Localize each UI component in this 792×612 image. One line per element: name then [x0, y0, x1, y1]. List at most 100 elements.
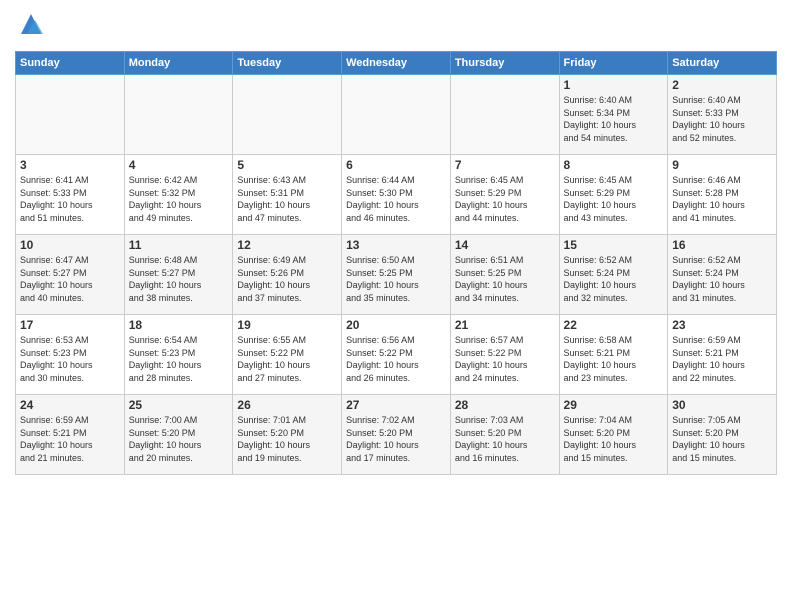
calendar-cell: 4 Sunrise: 6:42 AM Sunset: 5:32 PM Daylig…: [124, 155, 233, 235]
day-info: Sunrise: 6:40 AM Sunset: 5:33 PM Dayligh…: [672, 94, 772, 144]
day-info: Sunrise: 6:40 AM Sunset: 5:34 PM Dayligh…: [564, 94, 664, 144]
calendar-cell: 23 Sunrise: 6:59 AM Sunset: 5:21 PM Dayli…: [668, 315, 777, 395]
calendar-cell: [450, 75, 559, 155]
calendar-cell: 17 Sunrise: 6:53 AM Sunset: 5:23 PM Dayli…: [16, 315, 125, 395]
day-info: Sunrise: 6:59 AM Sunset: 5:21 PM Dayligh…: [20, 414, 120, 464]
day-number: 22: [564, 318, 664, 332]
day-info: Sunrise: 6:43 AM Sunset: 5:31 PM Dayligh…: [237, 174, 337, 224]
day-info: Sunrise: 6:57 AM Sunset: 5:22 PM Dayligh…: [455, 334, 555, 384]
weekday-header-sunday: Sunday: [16, 52, 125, 75]
calendar-cell: 26 Sunrise: 7:01 AM Sunset: 5:20 PM Dayli…: [233, 395, 342, 475]
day-info: Sunrise: 6:47 AM Sunset: 5:27 PM Dayligh…: [20, 254, 120, 304]
calendar-page: SundayMondayTuesdayWednesdayThursdayFrid…: [0, 0, 792, 485]
weekday-header-thursday: Thursday: [450, 52, 559, 75]
day-number: 16: [672, 238, 772, 252]
day-number: 11: [129, 238, 229, 252]
day-info: Sunrise: 6:42 AM Sunset: 5:32 PM Dayligh…: [129, 174, 229, 224]
weekday-header-saturday: Saturday: [668, 52, 777, 75]
day-number: 29: [564, 398, 664, 412]
day-info: Sunrise: 6:52 AM Sunset: 5:24 PM Dayligh…: [672, 254, 772, 304]
calendar-cell: [342, 75, 451, 155]
calendar-cell: [16, 75, 125, 155]
day-number: 20: [346, 318, 446, 332]
day-number: 24: [20, 398, 120, 412]
calendar-cell: 12Sunrise: 6:49 AM Sunset: 5:26 PM Dayli…: [233, 235, 342, 315]
calendar-cell: 25 Sunrise: 7:00 AM Sunset: 5:20 PM Dayli…: [124, 395, 233, 475]
day-number: 13: [346, 238, 446, 252]
weekday-header-friday: Friday: [559, 52, 668, 75]
calendar-cell: 9Sunrise: 6:46 AM Sunset: 5:28 PM Daylig…: [668, 155, 777, 235]
day-info: Sunrise: 6:59 AM Sunset: 5:21 PM Dayligh…: [672, 334, 772, 384]
day-info: Sunrise: 7:00 AM Sunset: 5:20 PM Dayligh…: [129, 414, 229, 464]
logo-icon: [17, 10, 45, 38]
weekday-header-monday: Monday: [124, 52, 233, 75]
day-number: 1: [564, 78, 664, 92]
day-info: Sunrise: 7:05 AM Sunset: 5:20 PM Dayligh…: [672, 414, 772, 464]
week-row-5: 24 Sunrise: 6:59 AM Sunset: 5:21 PM Dayli…: [16, 395, 777, 475]
calendar-cell: [233, 75, 342, 155]
calendar-cell: 18Sunrise: 6:54 AM Sunset: 5:23 PM Dayli…: [124, 315, 233, 395]
day-info: Sunrise: 6:58 AM Sunset: 5:21 PM Dayligh…: [564, 334, 664, 384]
day-number: 10: [20, 238, 120, 252]
day-info: Sunrise: 6:52 AM Sunset: 5:24 PM Dayligh…: [564, 254, 664, 304]
calendar-cell: 7 Sunrise: 6:45 AM Sunset: 5:29 PM Daylig…: [450, 155, 559, 235]
day-number: 21: [455, 318, 555, 332]
day-info: Sunrise: 6:51 AM Sunset: 5:25 PM Dayligh…: [455, 254, 555, 304]
calendar-cell: 20Sunrise: 6:56 AM Sunset: 5:22 PM Dayli…: [342, 315, 451, 395]
calendar-cell: 19Sunrise: 6:55 AM Sunset: 5:22 PM Dayli…: [233, 315, 342, 395]
logo: [15, 10, 45, 43]
day-info: Sunrise: 6:48 AM Sunset: 5:27 PM Dayligh…: [129, 254, 229, 304]
calendar-cell: 30 Sunrise: 7:05 AM Sunset: 5:20 PM Dayli…: [668, 395, 777, 475]
calendar-cell: 1 Sunrise: 6:40 AM Sunset: 5:34 PM Daylig…: [559, 75, 668, 155]
day-number: 25: [129, 398, 229, 412]
weekday-header-wednesday: Wednesday: [342, 52, 451, 75]
calendar-cell: 11 Sunrise: 6:48 AM Sunset: 5:27 PM Dayli…: [124, 235, 233, 315]
calendar-cell: 8 Sunrise: 6:45 AM Sunset: 5:29 PM Daylig…: [559, 155, 668, 235]
day-info: Sunrise: 7:03 AM Sunset: 5:20 PM Dayligh…: [455, 414, 555, 464]
calendar-cell: 29 Sunrise: 7:04 AM Sunset: 5:20 PM Dayli…: [559, 395, 668, 475]
day-number: 28: [455, 398, 555, 412]
day-info: Sunrise: 6:45 AM Sunset: 5:29 PM Dayligh…: [564, 174, 664, 224]
week-row-3: 10 Sunrise: 6:47 AM Sunset: 5:27 PM Dayli…: [16, 235, 777, 315]
weekday-header-tuesday: Tuesday: [233, 52, 342, 75]
calendar-cell: 15Sunrise: 6:52 AM Sunset: 5:24 PM Dayli…: [559, 235, 668, 315]
day-info: Sunrise: 6:45 AM Sunset: 5:29 PM Dayligh…: [455, 174, 555, 224]
day-number: 7: [455, 158, 555, 172]
calendar-cell: 22 Sunrise: 6:58 AM Sunset: 5:21 PM Dayli…: [559, 315, 668, 395]
calendar-cell: 2 Sunrise: 6:40 AM Sunset: 5:33 PM Daylig…: [668, 75, 777, 155]
day-number: 23: [672, 318, 772, 332]
day-number: 3: [20, 158, 120, 172]
calendar-cell: 10 Sunrise: 6:47 AM Sunset: 5:27 PM Dayli…: [16, 235, 125, 315]
day-number: 12: [237, 238, 337, 252]
calendar-cell: 28 Sunrise: 7:03 AM Sunset: 5:20 PM Dayli…: [450, 395, 559, 475]
day-number: 17: [20, 318, 120, 332]
day-info: Sunrise: 6:54 AM Sunset: 5:23 PM Dayligh…: [129, 334, 229, 384]
day-number: 2: [672, 78, 772, 92]
day-info: Sunrise: 6:46 AM Sunset: 5:28 PM Dayligh…: [672, 174, 772, 224]
calendar-cell: 5 Sunrise: 6:43 AM Sunset: 5:31 PM Daylig…: [233, 155, 342, 235]
calendar-cell: 14 Sunrise: 6:51 AM Sunset: 5:25 PM Dayli…: [450, 235, 559, 315]
day-number: 30: [672, 398, 772, 412]
weekday-header-row: SundayMondayTuesdayWednesdayThursdayFrid…: [16, 52, 777, 75]
week-row-1: 1 Sunrise: 6:40 AM Sunset: 5:34 PM Daylig…: [16, 75, 777, 155]
day-info: Sunrise: 6:53 AM Sunset: 5:23 PM Dayligh…: [20, 334, 120, 384]
day-number: 14: [455, 238, 555, 252]
day-number: 8: [564, 158, 664, 172]
calendar-cell: 27Sunrise: 7:02 AM Sunset: 5:20 PM Dayli…: [342, 395, 451, 475]
day-info: Sunrise: 7:04 AM Sunset: 5:20 PM Dayligh…: [564, 414, 664, 464]
day-info: Sunrise: 6:50 AM Sunset: 5:25 PM Dayligh…: [346, 254, 446, 304]
day-info: Sunrise: 6:41 AM Sunset: 5:33 PM Dayligh…: [20, 174, 120, 224]
day-number: 5: [237, 158, 337, 172]
day-info: Sunrise: 7:01 AM Sunset: 5:20 PM Dayligh…: [237, 414, 337, 464]
calendar-cell: 3 Sunrise: 6:41 AM Sunset: 5:33 PM Daylig…: [16, 155, 125, 235]
calendar-cell: 16 Sunrise: 6:52 AM Sunset: 5:24 PM Dayli…: [668, 235, 777, 315]
calendar-cell: 24 Sunrise: 6:59 AM Sunset: 5:21 PM Dayli…: [16, 395, 125, 475]
day-number: 4: [129, 158, 229, 172]
calendar-table: SundayMondayTuesdayWednesdayThursdayFrid…: [15, 51, 777, 475]
calendar-cell: 6Sunrise: 6:44 AM Sunset: 5:30 PM Daylig…: [342, 155, 451, 235]
day-number: 27: [346, 398, 446, 412]
week-row-4: 17 Sunrise: 6:53 AM Sunset: 5:23 PM Dayli…: [16, 315, 777, 395]
calendar-cell: 13 Sunrise: 6:50 AM Sunset: 5:25 PM Dayli…: [342, 235, 451, 315]
calendar-cell: 21 Sunrise: 6:57 AM Sunset: 5:22 PM Dayli…: [450, 315, 559, 395]
day-number: 26: [237, 398, 337, 412]
